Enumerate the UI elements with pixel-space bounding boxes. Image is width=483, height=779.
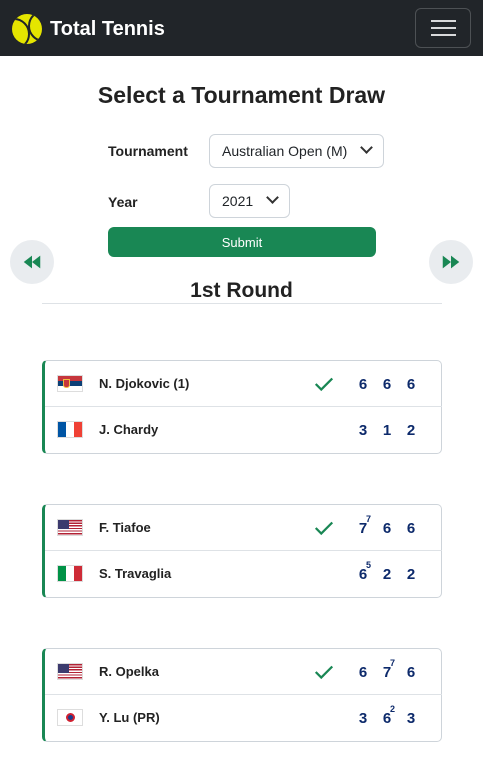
set-score: 6 xyxy=(358,376,368,393)
tiebreak-score: 5 xyxy=(366,560,372,570)
navbar: Total Tennis xyxy=(0,0,483,56)
set-score: 6 xyxy=(406,520,416,537)
set-score: 2 xyxy=(382,566,392,583)
serbia-flag-icon xyxy=(57,375,83,392)
set-score: 3 xyxy=(358,422,368,439)
hamburger-menu-icon[interactable] xyxy=(415,8,471,48)
france-flag-icon xyxy=(57,421,83,438)
player-row: S. Travaglia 65 2 2 xyxy=(45,551,442,597)
player-name[interactable]: N. Djokovic (1) xyxy=(99,376,189,391)
year-label: Year xyxy=(108,194,138,210)
tiebreak-score: 7 xyxy=(366,514,372,524)
set-score: 6 xyxy=(382,520,392,537)
player-name[interactable]: Y. Lu (PR) xyxy=(99,710,160,725)
usa-flag-icon xyxy=(57,519,83,536)
set-score: 1 xyxy=(382,422,392,439)
match-card: F. Tiafoe 77 6 6 S. Travaglia 65 2 2 xyxy=(42,504,442,598)
set-score: 3 xyxy=(358,710,368,727)
checkmark-icon xyxy=(314,665,334,680)
player-name[interactable]: F. Tiafoe xyxy=(99,520,151,535)
next-round-button[interactable] xyxy=(429,240,473,284)
set-score: 3 xyxy=(406,710,416,727)
checkmark-icon xyxy=(314,377,334,392)
match-card: N. Djokovic (1) 6 6 6 J. Chardy 3 1 2 xyxy=(42,360,442,454)
tiebreak-score: 2 xyxy=(390,704,396,714)
tournament-select-value: Australian Open (M) xyxy=(222,143,348,159)
match-card: R. Opelka 6 77 6 Y. Lu (PR) 3 62 3 xyxy=(42,648,442,742)
set-score: 6 xyxy=(406,664,416,681)
set-score: 6 xyxy=(406,376,416,393)
player-name[interactable]: S. Travaglia xyxy=(99,566,171,581)
player-name[interactable]: R. Opelka xyxy=(99,664,159,679)
set-score: 77 xyxy=(358,514,372,537)
fast-forward-icon xyxy=(442,255,460,269)
previous-round-button[interactable] xyxy=(10,240,54,284)
set-score: 2 xyxy=(406,566,416,583)
set-score: 65 xyxy=(358,560,372,583)
chevron-down-icon xyxy=(360,141,373,154)
submit-button[interactable]: Submit xyxy=(108,227,376,257)
player-row: J. Chardy 3 1 2 xyxy=(45,407,442,453)
set-score: 6 xyxy=(382,376,392,393)
tennis-ball-icon xyxy=(12,14,42,44)
player-row: N. Djokovic (1) 6 6 6 xyxy=(45,361,442,407)
set-score: 2 xyxy=(406,422,416,439)
player-name[interactable]: J. Chardy xyxy=(99,422,158,437)
divider xyxy=(42,303,442,304)
player-row: R. Opelka 6 77 6 xyxy=(45,649,442,695)
page-title: Select a Tournament Draw xyxy=(97,82,386,108)
year-select[interactable]: 2021 xyxy=(209,184,290,218)
checkmark-icon xyxy=(314,521,334,536)
player-row: F. Tiafoe 77 6 6 xyxy=(45,505,442,551)
year-select-value: 2021 xyxy=(222,193,254,209)
rewind-icon xyxy=(23,255,41,269)
round-title: 1st Round xyxy=(190,279,293,302)
tiebreak-score: 7 xyxy=(390,658,396,668)
chevron-down-icon xyxy=(266,191,279,204)
set-score: 6 xyxy=(358,664,368,681)
set-score: 77 xyxy=(382,658,396,681)
tournament-select[interactable]: Australian Open (M) xyxy=(209,134,384,168)
chinese-taipei-flag-icon xyxy=(57,709,83,726)
set-score: 62 xyxy=(382,704,396,727)
usa-flag-icon xyxy=(57,663,83,680)
brand-name: Total Tennis xyxy=(50,17,165,40)
player-row: Y. Lu (PR) 3 62 3 xyxy=(45,695,442,741)
tournament-label: Tournament xyxy=(108,143,188,159)
brand-link[interactable]: Total Tennis xyxy=(12,14,165,44)
italy-flag-icon xyxy=(57,565,83,582)
